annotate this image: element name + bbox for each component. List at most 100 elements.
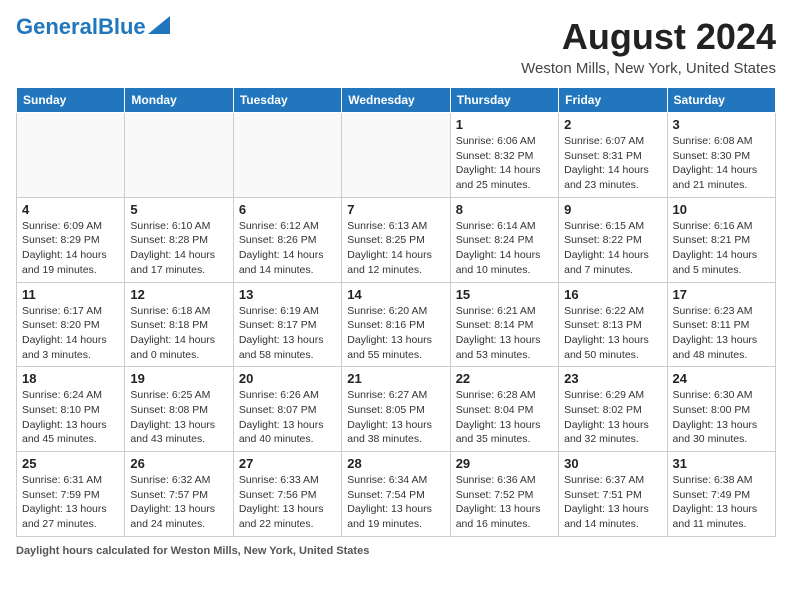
logo-text: GeneralBlue: [16, 16, 146, 38]
day-info: Sunrise: 6:16 AMSunset: 8:21 PMDaylight:…: [673, 219, 770, 278]
calendar-cell: [125, 113, 233, 198]
day-info: Sunrise: 6:32 AMSunset: 7:57 PMDaylight:…: [130, 473, 227, 532]
calendar-cell: 22 Sunrise: 6:28 AMSunset: 8:04 PMDayligh…: [450, 367, 558, 452]
day-number: 17: [673, 287, 770, 302]
title-block: August 2024 Weston Mills, New York, Unit…: [521, 16, 776, 77]
col-header-wednesday: Wednesday: [342, 88, 450, 113]
day-info: Sunrise: 6:24 AMSunset: 8:10 PMDaylight:…: [22, 388, 119, 447]
day-info: Sunrise: 6:13 AMSunset: 8:25 PMDaylight:…: [347, 219, 444, 278]
day-number: 31: [673, 456, 770, 471]
calendar-cell: 8 Sunrise: 6:14 AMSunset: 8:24 PMDaylight…: [450, 197, 558, 282]
day-info: Sunrise: 6:27 AMSunset: 8:05 PMDaylight:…: [347, 388, 444, 447]
day-number: 13: [239, 287, 336, 302]
calendar-cell: 31 Sunrise: 6:38 AMSunset: 7:49 PMDayligh…: [667, 452, 775, 537]
day-info: Sunrise: 6:25 AMSunset: 8:08 PMDaylight:…: [130, 388, 227, 447]
logo-arrow-icon: [148, 16, 170, 34]
calendar-cell: 15 Sunrise: 6:21 AMSunset: 8:14 PMDayligh…: [450, 282, 558, 367]
logo: GeneralBlue: [16, 16, 170, 38]
calendar-cell: 21 Sunrise: 6:27 AMSunset: 8:05 PMDayligh…: [342, 367, 450, 452]
day-number: 22: [456, 371, 553, 386]
calendar-cell: 30 Sunrise: 6:37 AMSunset: 7:51 PMDayligh…: [559, 452, 667, 537]
day-info: Sunrise: 6:36 AMSunset: 7:52 PMDaylight:…: [456, 473, 553, 532]
col-header-saturday: Saturday: [667, 88, 775, 113]
day-number: 19: [130, 371, 227, 386]
day-info: Sunrise: 6:14 AMSunset: 8:24 PMDaylight:…: [456, 219, 553, 278]
day-info: Sunrise: 6:38 AMSunset: 7:49 PMDaylight:…: [673, 473, 770, 532]
day-info: Sunrise: 6:31 AMSunset: 7:59 PMDaylight:…: [22, 473, 119, 532]
day-number: 6: [239, 202, 336, 217]
day-info: Sunrise: 6:28 AMSunset: 8:04 PMDaylight:…: [456, 388, 553, 447]
calendar-cell: 23Sunrise: 6:29 AMSunset: 8:02 PMDayligh…: [559, 367, 667, 452]
day-number: 30: [564, 456, 661, 471]
calendar-cell: 5Sunrise: 6:10 AMSunset: 8:28 PMDaylight…: [125, 197, 233, 282]
day-number: 3: [673, 117, 770, 132]
col-header-thursday: Thursday: [450, 88, 558, 113]
month-title: August 2024: [521, 16, 776, 58]
day-number: 16: [564, 287, 661, 302]
day-number: 8: [456, 202, 553, 217]
calendar-cell: 14Sunrise: 6:20 AMSunset: 8:16 PMDayligh…: [342, 282, 450, 367]
calendar-cell: 28 Sunrise: 6:34 AMSunset: 7:54 PMDayligh…: [342, 452, 450, 537]
day-info: Sunrise: 6:34 AMSunset: 7:54 PMDaylight:…: [347, 473, 444, 532]
day-info: Sunrise: 6:21 AMSunset: 8:14 PMDaylight:…: [456, 304, 553, 363]
day-info: Sunrise: 6:22 AMSunset: 8:13 PMDaylight:…: [564, 304, 661, 363]
day-number: 4: [22, 202, 119, 217]
week-row-0: 1 Sunrise: 6:06 AMSunset: 8:32 PMDaylight…: [17, 113, 776, 198]
calendar-cell: [17, 113, 125, 198]
day-info: Sunrise: 6:07 AMSunset: 8:31 PMDaylight:…: [564, 134, 661, 193]
calendar-cell: 24Sunrise: 6:30 AMSunset: 8:00 PMDayligh…: [667, 367, 775, 452]
day-info: Sunrise: 6:37 AMSunset: 7:51 PMDaylight:…: [564, 473, 661, 532]
week-row-4: 25 Sunrise: 6:31 AMSunset: 7:59 PMDayligh…: [17, 452, 776, 537]
day-info: Sunrise: 6:23 AMSunset: 8:11 PMDaylight:…: [673, 304, 770, 363]
day-number: 26: [130, 456, 227, 471]
day-number: 12: [130, 287, 227, 302]
day-number: 2: [564, 117, 661, 132]
col-header-sunday: Sunday: [17, 88, 125, 113]
calendar-cell: 6 Sunrise: 6:12 AMSunset: 8:26 PMDaylight…: [233, 197, 341, 282]
calendar-cell: 4 Sunrise: 6:09 AMSunset: 8:29 PMDaylight…: [17, 197, 125, 282]
day-info: Sunrise: 6:18 AMSunset: 8:18 PMDaylight:…: [130, 304, 227, 363]
col-header-monday: Monday: [125, 88, 233, 113]
calendar-cell: [233, 113, 341, 198]
calendar-cell: 27Sunrise: 6:33 AMSunset: 7:56 PMDayligh…: [233, 452, 341, 537]
day-info: Sunrise: 6:06 AMSunset: 8:32 PMDaylight:…: [456, 134, 553, 193]
calendar-cell: 9Sunrise: 6:15 AMSunset: 8:22 PMDaylight…: [559, 197, 667, 282]
calendar-cell: 20Sunrise: 6:26 AMSunset: 8:07 PMDayligh…: [233, 367, 341, 452]
day-info: Sunrise: 6:33 AMSunset: 7:56 PMDaylight:…: [239, 473, 336, 532]
day-number: 5: [130, 202, 227, 217]
day-info: Sunrise: 6:19 AMSunset: 8:17 PMDaylight:…: [239, 304, 336, 363]
calendar-cell: 11Sunrise: 6:17 AMSunset: 8:20 PMDayligh…: [17, 282, 125, 367]
calendar-cell: 7 Sunrise: 6:13 AMSunset: 8:25 PMDaylight…: [342, 197, 450, 282]
calendar-cell: 18 Sunrise: 6:24 AMSunset: 8:10 PMDayligh…: [17, 367, 125, 452]
day-info: Sunrise: 6:29 AMSunset: 8:02 PMDaylight:…: [564, 388, 661, 447]
col-header-friday: Friday: [559, 88, 667, 113]
day-number: 1: [456, 117, 553, 132]
day-number: 29: [456, 456, 553, 471]
day-number: 28: [347, 456, 444, 471]
calendar-cell: 12 Sunrise: 6:18 AMSunset: 8:18 PMDayligh…: [125, 282, 233, 367]
day-info: Sunrise: 6:26 AMSunset: 8:07 PMDaylight:…: [239, 388, 336, 447]
calendar-cell: [342, 113, 450, 198]
day-info: Sunrise: 6:17 AMSunset: 8:20 PMDaylight:…: [22, 304, 119, 363]
calendar-header-row: SundayMondayTuesdayWednesdayThursdayFrid…: [17, 88, 776, 113]
day-number: 18: [22, 371, 119, 386]
day-number: 7: [347, 202, 444, 217]
page-header: GeneralBlue August 2024 Weston Mills, Ne…: [16, 16, 776, 77]
calendar-cell: 13 Sunrise: 6:19 AMSunset: 8:17 PMDayligh…: [233, 282, 341, 367]
calendar-cell: 2 Sunrise: 6:07 AMSunset: 8:31 PMDaylight…: [559, 113, 667, 198]
calendar-cell: 1 Sunrise: 6:06 AMSunset: 8:32 PMDaylight…: [450, 113, 558, 198]
day-info: Sunrise: 6:12 AMSunset: 8:26 PMDaylight:…: [239, 219, 336, 278]
calendar-cell: 26 Sunrise: 6:32 AMSunset: 7:57 PMDayligh…: [125, 452, 233, 537]
day-info: Sunrise: 6:15 AMSunset: 8:22 PMDaylight:…: [564, 219, 661, 278]
day-number: 21: [347, 371, 444, 386]
day-info: Sunrise: 6:30 AMSunset: 8:00 PMDaylight:…: [673, 388, 770, 447]
day-info: Sunrise: 6:20 AMSunset: 8:16 PMDaylight:…: [347, 304, 444, 363]
footer-note: Daylight hours calculated for Weston Mil…: [16, 545, 776, 557]
day-number: 25: [22, 456, 119, 471]
calendar-cell: 29 Sunrise: 6:36 AMSunset: 7:52 PMDayligh…: [450, 452, 558, 537]
day-number: 15: [456, 287, 553, 302]
calendar-cell: 25 Sunrise: 6:31 AMSunset: 7:59 PMDayligh…: [17, 452, 125, 537]
day-number: 10: [673, 202, 770, 217]
day-info: Sunrise: 6:09 AMSunset: 8:29 PMDaylight:…: [22, 219, 119, 278]
day-info: Sunrise: 6:08 AMSunset: 8:30 PMDaylight:…: [673, 134, 770, 193]
